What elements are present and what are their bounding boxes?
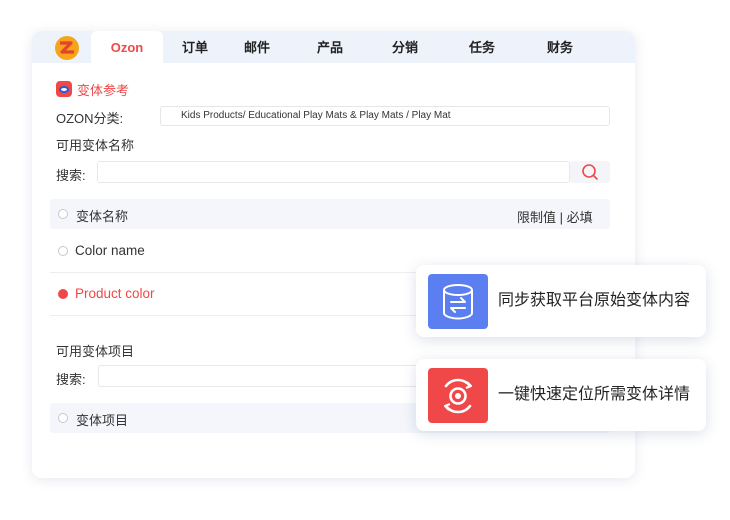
variant-name-search-input[interactable] bbox=[97, 161, 570, 183]
feature-card-locate: 一键快速定位所需变体详情 bbox=[416, 359, 706, 431]
tab-distribution[interactable]: 分销 bbox=[380, 31, 430, 63]
row-radio-color-name[interactable] bbox=[58, 246, 68, 256]
tab-finance[interactable]: 财务 bbox=[535, 31, 585, 63]
variant-name-table-header: 变体名称 限制值 | 必填 bbox=[50, 199, 610, 229]
items-search-label: 搜索: bbox=[56, 372, 86, 387]
category-label: OZON分类: bbox=[56, 111, 124, 126]
header-constraint: 限制值 | 必填 bbox=[517, 210, 593, 225]
search-button[interactable] bbox=[570, 161, 610, 183]
feature-locate-text: 一键快速定位所需变体详情 bbox=[498, 386, 691, 403]
tab-mail[interactable]: 邮件 bbox=[232, 31, 282, 63]
top-nav: Ozon 订单 邮件 产品 分销 任务 财务 bbox=[32, 31, 635, 63]
feature-sync-text: 同步获取平台原始变体内容 bbox=[498, 292, 691, 309]
select-all-items-radio[interactable] bbox=[58, 413, 68, 423]
row-radio-product-color[interactable] bbox=[58, 289, 68, 299]
variant-reference-title: 变体参考 bbox=[77, 82, 130, 98]
tab-ozon[interactable]: Ozon bbox=[91, 31, 163, 63]
target-locate-icon bbox=[428, 368, 488, 423]
header-variant-item: 变体项目 bbox=[76, 413, 129, 428]
category-field: Kids Products/ Educational Play Mats & P… bbox=[160, 106, 610, 126]
search-label: 搜索: bbox=[56, 168, 86, 183]
available-names-label: 可用变体名称 bbox=[56, 138, 135, 153]
row-color-name[interactable]: Color name bbox=[75, 243, 145, 258]
tab-orders[interactable]: 订单 bbox=[172, 31, 218, 63]
database-sync-icon bbox=[428, 274, 488, 329]
variant-reference-heading: 变体参考 bbox=[56, 81, 130, 98]
feature-card-sync: 同步获取平台原始变体内容 bbox=[416, 265, 706, 337]
select-all-radio[interactable] bbox=[58, 209, 68, 219]
app-logo-icon bbox=[55, 36, 79, 60]
row-product-color[interactable]: Product color bbox=[75, 286, 155, 301]
search-icon bbox=[582, 164, 598, 180]
tab-tasks[interactable]: 任务 bbox=[457, 31, 507, 63]
ozon-badge-icon bbox=[56, 81, 72, 97]
header-variant-name: 变体名称 bbox=[76, 209, 129, 224]
available-items-label: 可用变体项目 bbox=[56, 344, 135, 359]
tab-products[interactable]: 产品 bbox=[305, 31, 355, 63]
